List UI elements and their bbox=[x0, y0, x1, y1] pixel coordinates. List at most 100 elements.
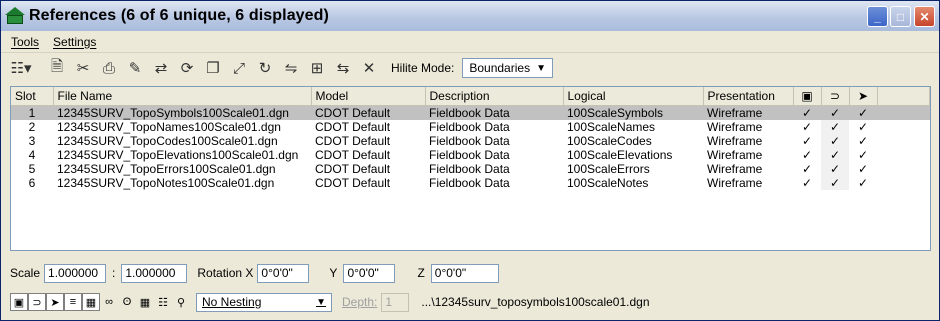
col-file-name[interactable]: File Name bbox=[53, 87, 312, 106]
col-description[interactable]: Description bbox=[425, 87, 564, 106]
scale-separator: : bbox=[112, 266, 116, 280]
table-row[interactable]: 5 12345SURV_TopoErrors100Scale01.dgn CDOT … bbox=[11, 161, 930, 176]
cell-description: Fieldbook Data bbox=[429, 133, 510, 148]
cell-presentation: Wireframe bbox=[707, 119, 763, 134]
cell-display-check[interactable]: ✓ bbox=[793, 105, 821, 120]
cell-snap-check[interactable]: ✓ bbox=[821, 119, 849, 134]
depth-input: 1 bbox=[381, 292, 410, 312]
cell-display-check[interactable]: ✓ bbox=[793, 134, 821, 148]
cell-snap-check[interactable]: ✓ bbox=[821, 133, 849, 148]
cell-description: Fieldbook Data bbox=[429, 147, 510, 162]
cell-logical: 100ScaleNames bbox=[567, 119, 656, 134]
link-icon[interactable]: ∞ bbox=[100, 293, 118, 311]
merge-icon[interactable]: ⊞ bbox=[305, 56, 329, 80]
cell-presentation: Wireframe bbox=[707, 147, 763, 162]
table-row[interactable]: 6 12345SURV_TopoNotes100Scale01.dgn CDOT D… bbox=[11, 175, 930, 190]
maximize-button[interactable]: □ bbox=[890, 6, 911, 27]
cell-snap-check[interactable]: ✓ bbox=[821, 175, 849, 190]
cell-description: Fieldbook Data bbox=[429, 119, 510, 134]
level-toggle-icon[interactable]: ≡ bbox=[64, 293, 82, 311]
col-slot[interactable]: Slot bbox=[11, 87, 54, 106]
grid-icon[interactable]: ▦ bbox=[136, 293, 154, 311]
table-row[interactable]: 4 12345SURV_TopoElevations100Scale01.dgn C… bbox=[11, 147, 930, 162]
minimize-button[interactable]: _ bbox=[867, 6, 888, 27]
move-icon[interactable]: ⇄ bbox=[149, 56, 173, 80]
print-icon[interactable]: ⎙ bbox=[97, 56, 121, 80]
cell-locate-check[interactable]: ✓ bbox=[849, 134, 877, 148]
rotate-icon[interactable]: ↻ bbox=[253, 56, 277, 80]
cell-locate-check[interactable]: ✓ bbox=[849, 105, 877, 120]
cell-model: CDOT Default bbox=[315, 147, 391, 162]
exchange-icon[interactable]: ⇆ bbox=[331, 56, 355, 80]
hierarchy-icon[interactable]: ☷ bbox=[154, 293, 172, 311]
col-model[interactable]: Model bbox=[311, 87, 426, 106]
col-locate-icon[interactable]: ➤ bbox=[849, 87, 878, 106]
cell-file-name: 12345SURV_TopoNames100Scale01.dgn bbox=[57, 119, 281, 134]
table-row[interactable]: 1 12345SURV_TopoSymbols100Scale01.dgn CDOT… bbox=[11, 105, 930, 120]
cell-logical: 100ScaleCodes bbox=[567, 133, 652, 148]
menu-settings[interactable]: Settings bbox=[53, 35, 96, 49]
cell-filler bbox=[877, 162, 930, 176]
close-button[interactable]: ✕ bbox=[914, 6, 935, 27]
cell-filler bbox=[877, 148, 930, 162]
cell-slot: 1 bbox=[11, 105, 53, 120]
detach-icon[interactable]: ✂ bbox=[71, 56, 95, 80]
locate-toggle-icon[interactable]: ➤ bbox=[46, 293, 64, 311]
scale-master-input[interactable]: 1.000000 bbox=[44, 263, 107, 283]
rotation-y-label: Y bbox=[329, 266, 338, 280]
table-row[interactable]: 2 12345SURV_TopoNames100Scale01.dgn CDOT D… bbox=[11, 119, 930, 134]
spiral-icon[interactable]: ʘ bbox=[118, 293, 136, 311]
col-snap-icon[interactable]: ⊃ bbox=[821, 87, 850, 106]
display-toggle-icon[interactable]: ▣ bbox=[10, 293, 28, 311]
cell-logical: 100ScaleElevations bbox=[567, 147, 673, 162]
cell-display-check[interactable]: ✓ bbox=[793, 162, 821, 176]
col-presentation[interactable]: Presentation bbox=[703, 87, 794, 106]
cell-locate-check[interactable]: ✓ bbox=[849, 148, 877, 162]
rotation-x-input[interactable]: 0°0'0" bbox=[257, 263, 310, 283]
title-bar[interactable]: References (6 of 6 unique, 6 displayed) … bbox=[1, 1, 939, 31]
tree-list-icon[interactable]: ☷▾ bbox=[9, 56, 33, 80]
cell-file-name: 12345SURV_TopoErrors100Scale01.dgn bbox=[57, 161, 276, 176]
cell-display-check[interactable]: ✓ bbox=[793, 120, 821, 134]
tools-icon[interactable]: ✕ bbox=[357, 56, 381, 80]
scale-label: Scale bbox=[10, 266, 41, 280]
scale-ref-input[interactable]: 1.000000 bbox=[121, 263, 188, 283]
cell-display-check[interactable]: ✓ bbox=[793, 148, 821, 162]
hilite-mode-select[interactable]: Boundaries ▼ bbox=[462, 58, 553, 78]
cell-filler bbox=[877, 176, 930, 190]
clip-icon[interactable]: ✎ bbox=[123, 56, 147, 80]
copy-icon[interactable]: ❐ bbox=[201, 56, 225, 80]
attach-icon[interactable]: 🗎 bbox=[45, 56, 69, 80]
cell-snap-check[interactable]: ✓ bbox=[821, 147, 849, 162]
reload-icon[interactable]: ⟳ bbox=[175, 56, 199, 80]
cell-description: Fieldbook Data bbox=[429, 161, 510, 176]
cell-filler bbox=[877, 134, 930, 148]
cell-filler bbox=[877, 120, 930, 134]
snap-toggle-icon[interactable]: ⊃ bbox=[28, 293, 46, 311]
cell-locate-check[interactable]: ✓ bbox=[849, 120, 877, 134]
cell-snap-check[interactable]: ✓ bbox=[821, 105, 849, 120]
scale-icon[interactable]: ⤢ bbox=[227, 56, 251, 80]
raster-toggle-icon[interactable]: ▦ bbox=[82, 293, 100, 311]
col-display-icon[interactable]: ▣ bbox=[793, 87, 822, 106]
rotation-x-label: Rotation X bbox=[197, 266, 254, 280]
cell-display-check[interactable]: ✓ bbox=[793, 176, 821, 190]
mirror-icon[interactable]: ⇋ bbox=[279, 56, 303, 80]
cell-locate-check[interactable]: ✓ bbox=[849, 176, 877, 190]
chevron-down-icon: ▼ bbox=[536, 62, 546, 74]
rotation-y-input[interactable]: 0°0'0" bbox=[343, 263, 396, 283]
cell-presentation: Wireframe bbox=[703, 105, 793, 120]
cell-filler bbox=[877, 105, 930, 120]
cell-locate-check[interactable]: ✓ bbox=[849, 162, 877, 176]
table-header-row: Slot File Name Model Description Logical… bbox=[11, 87, 930, 106]
cell-slot: 6 bbox=[28, 175, 36, 190]
cell-model: CDOT Default bbox=[315, 161, 391, 176]
cell-snap-check[interactable]: ✓ bbox=[821, 161, 849, 176]
menu-tools[interactable]: Tools bbox=[11, 35, 39, 49]
lightbulb-icon[interactable]: ⚲ bbox=[172, 293, 190, 311]
table-row[interactable]: 3 12345SURV_TopoCodes100Scale01.dgn CDOT D… bbox=[11, 133, 930, 148]
col-logical[interactable]: Logical bbox=[563, 87, 704, 106]
nesting-value: No Nesting bbox=[202, 295, 262, 309]
rotation-z-input[interactable]: 0°0'0" bbox=[430, 263, 499, 283]
nesting-select[interactable]: No Nesting ▼ bbox=[196, 292, 332, 312]
